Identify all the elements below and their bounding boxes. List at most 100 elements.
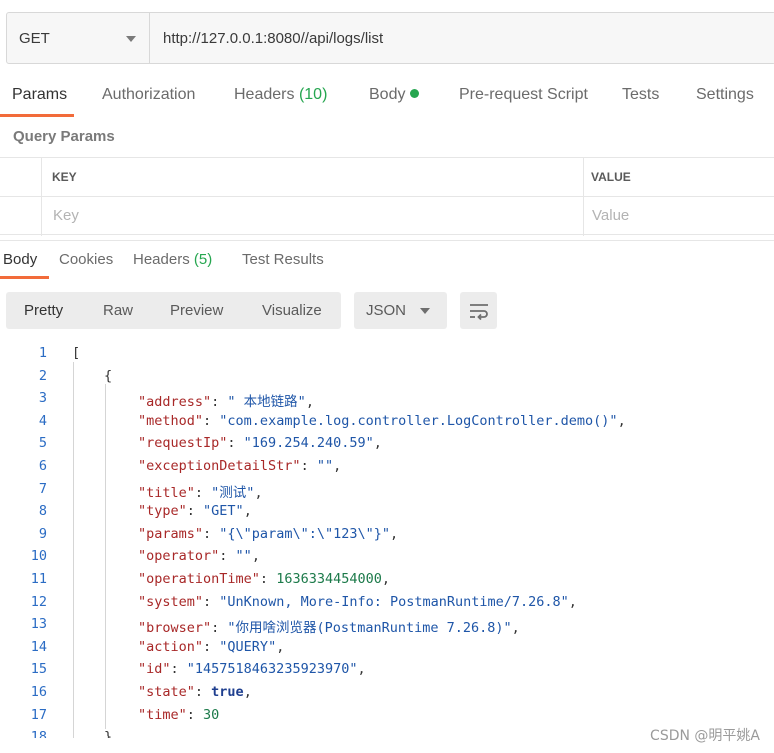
line-number: 1: [38, 345, 47, 361]
line-number: 5: [38, 435, 47, 452]
tab-body[interactable]: Body: [369, 86, 420, 104]
chevron-down-icon: [126, 36, 136, 42]
code-line: "time": 30: [138, 706, 220, 723]
response-headers-count: (5): [193, 251, 213, 268]
line-number: 17: [30, 706, 47, 723]
wrap-lines-icon: [469, 303, 488, 320]
request-url-bar: GET http://127.0.0.1:8080//api/logs/list: [6, 12, 774, 64]
table-row: Key Value: [0, 197, 774, 236]
line-number: 12: [30, 593, 47, 610]
code-line: "system": "UnKnown, More-Info: PostmanRu…: [138, 593, 577, 610]
line-number: 4: [38, 412, 47, 429]
line-number: 8: [38, 503, 47, 520]
visualize-button[interactable]: Visualize: [262, 302, 322, 319]
code-line: "id": "1457518463235923970",: [138, 661, 366, 678]
json-value: "GET": [203, 503, 244, 520]
line-number: 15: [30, 661, 47, 678]
tab-response-body[interactable]: Body: [3, 251, 37, 268]
tab-params[interactable]: Params: [12, 86, 67, 104]
json-value: 1636334454000: [276, 571, 382, 587]
code-line: "title": "测试",: [138, 484, 263, 501]
json-value: "QUERY": [219, 638, 277, 655]
url-input[interactable]: http://127.0.0.1:8080//api/logs/list: [150, 13, 774, 63]
tab-response-headers[interactable]: Headers (5): [133, 251, 212, 268]
json-key: "operationTime": [138, 571, 260, 587]
json-key: "exceptionDetailStr": [138, 458, 301, 474]
active-tab-indicator: [0, 114, 74, 117]
active-response-tab-indicator: [0, 276, 49, 279]
raw-button[interactable]: Raw: [103, 302, 133, 319]
code-line: "params": "{\"param\":\"123\"}",: [138, 525, 399, 542]
line-number: 9: [38, 525, 47, 542]
view-mode-toolbar: Pretty Raw Preview Visualize: [6, 292, 341, 329]
json-key: "address": [138, 394, 212, 411]
wrap-lines-button[interactable]: [460, 292, 497, 329]
format-select[interactable]: JSON: [354, 292, 447, 329]
line-number: 18: [30, 729, 47, 738]
line-number: 10: [30, 548, 47, 565]
key-column-header: KEY: [52, 170, 77, 184]
code-line: }: [104, 729, 113, 738]
json-value: "169.254.240.59": [243, 435, 374, 452]
method-value: GET: [19, 29, 50, 47]
key-input[interactable]: Key: [53, 207, 79, 224]
line-number: 13: [30, 616, 47, 633]
request-tabs: Params Authorization Headers (10) Body P…: [0, 76, 774, 118]
json-key: "operator": [138, 548, 220, 565]
tab-cookies[interactable]: Cookies: [59, 251, 113, 268]
json-key: "browser": [138, 620, 212, 637]
json-key: "id": [138, 661, 171, 678]
json-value: "测试": [211, 484, 255, 501]
url-value: http://127.0.0.1:8080//api/logs/list: [163, 29, 384, 47]
line-number: 6: [38, 458, 47, 474]
json-value: " 本地链路": [227, 394, 306, 411]
code-line: "operationTime": 1636334454000,: [138, 571, 390, 587]
json-value: true: [211, 684, 244, 700]
code-line: "state": true,: [138, 684, 252, 700]
json-key: "time": [138, 706, 187, 723]
body-indicator-dot: [410, 89, 420, 98]
json-value: "你用啥浏览器(PostmanRuntime 7.26.8)": [227, 620, 512, 637]
table-header-row: KEY VALUE: [0, 158, 774, 197]
json-value: "1457518463235923970": [186, 661, 358, 678]
line-number: 2: [38, 367, 47, 384]
json-key: "title": [138, 484, 195, 501]
json-value: "{\"param\":\"123\"}": [219, 525, 390, 542]
indent-guide: [73, 362, 74, 738]
json-value: "": [235, 548, 252, 565]
method-select[interactable]: GET: [7, 13, 150, 63]
code-line: "address": " 本地链路",: [138, 394, 314, 411]
pretty-button[interactable]: Pretty: [24, 302, 63, 319]
tab-headers[interactable]: Headers (10): [234, 86, 327, 104]
code-line: "browser": "你用啥浏览器(PostmanRuntime 7.26.8…: [138, 620, 520, 637]
value-column-header: VALUE: [591, 170, 631, 184]
preview-button[interactable]: Preview: [170, 302, 223, 319]
json-key: "requestIp": [138, 435, 228, 452]
tab-settings[interactable]: Settings: [696, 86, 754, 104]
json-value: "UnKnown, More-Info: PostmanRuntime/7.26…: [219, 593, 569, 610]
json-value: 30: [203, 706, 220, 723]
json-value: "com.example.log.controller.LogControlle…: [219, 412, 618, 429]
json-key: "state": [138, 684, 195, 700]
line-number: 7: [38, 480, 47, 497]
tab-test-results[interactable]: Test Results: [242, 251, 324, 268]
code-line: "requestIp": "169.254.240.59",: [138, 435, 382, 452]
indent-guide: [105, 384, 106, 729]
code-line: "operator": "",: [138, 548, 260, 565]
line-number: 11: [30, 571, 47, 587]
line-number: 14: [30, 638, 47, 655]
code-line: "exceptionDetailStr": "",: [138, 458, 342, 474]
json-key: "params": [138, 525, 204, 542]
tab-prerequest-script[interactable]: Pre-request Script: [459, 86, 588, 104]
response-body-viewer[interactable]: 1 2 3 4 5 6 7 8 9 10 11 12 13 14 15 16 17 18[{"address": …: [0, 342, 774, 738]
tab-authorization[interactable]: Authorization: [102, 86, 195, 104]
headers-count: (10): [298, 86, 328, 103]
json-value: "": [316, 458, 334, 474]
watermark: CSDN @明平姚A: [650, 728, 760, 744]
line-number: 16: [30, 684, 47, 700]
json-key: "type": [138, 503, 187, 520]
json-key: "method": [138, 412, 204, 429]
value-input[interactable]: Value: [592, 207, 629, 224]
tab-tests[interactable]: Tests: [622, 86, 659, 104]
code-line: "method": "com.example.log.controller.Lo…: [138, 412, 626, 429]
